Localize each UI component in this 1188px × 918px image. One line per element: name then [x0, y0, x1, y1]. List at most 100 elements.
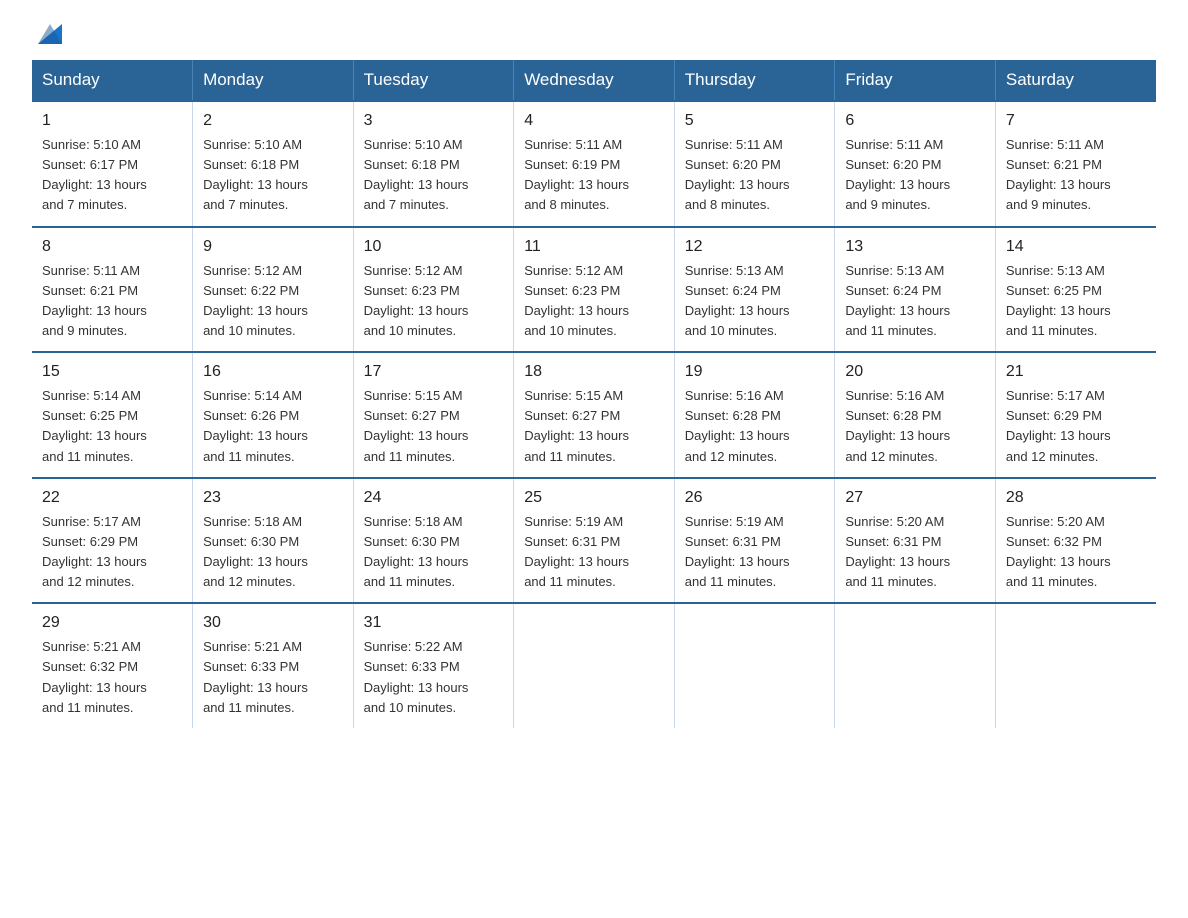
day-number: 4 — [524, 109, 664, 133]
day-number: 25 — [524, 486, 664, 510]
day-info: Sunrise: 5:10 AMSunset: 6:17 PMDaylight:… — [42, 135, 182, 216]
weekday-header-saturday: Saturday — [995, 60, 1156, 101]
calendar-cell: 20Sunrise: 5:16 AMSunset: 6:28 PMDayligh… — [835, 352, 996, 478]
day-info: Sunrise: 5:12 AMSunset: 6:23 PMDaylight:… — [364, 261, 504, 342]
calendar-cell: 22Sunrise: 5:17 AMSunset: 6:29 PMDayligh… — [32, 478, 193, 604]
day-info: Sunrise: 5:15 AMSunset: 6:27 PMDaylight:… — [364, 386, 504, 467]
day-number: 3 — [364, 109, 504, 133]
day-info: Sunrise: 5:11 AMSunset: 6:20 PMDaylight:… — [845, 135, 985, 216]
day-info: Sunrise: 5:17 AMSunset: 6:29 PMDaylight:… — [1006, 386, 1146, 467]
calendar-cell: 27Sunrise: 5:20 AMSunset: 6:31 PMDayligh… — [835, 478, 996, 604]
day-number: 20 — [845, 360, 985, 384]
day-number: 29 — [42, 611, 182, 635]
calendar-week-row: 29Sunrise: 5:21 AMSunset: 6:32 PMDayligh… — [32, 603, 1156, 728]
day-number: 2 — [203, 109, 343, 133]
calendar-cell: 25Sunrise: 5:19 AMSunset: 6:31 PMDayligh… — [514, 478, 675, 604]
calendar-cell: 31Sunrise: 5:22 AMSunset: 6:33 PMDayligh… — [353, 603, 514, 728]
day-number: 17 — [364, 360, 504, 384]
day-info: Sunrise: 5:20 AMSunset: 6:31 PMDaylight:… — [845, 512, 985, 593]
calendar-week-row: 22Sunrise: 5:17 AMSunset: 6:29 PMDayligh… — [32, 478, 1156, 604]
calendar-cell: 7Sunrise: 5:11 AMSunset: 6:21 PMDaylight… — [995, 101, 1156, 227]
weekday-header-sunday: Sunday — [32, 60, 193, 101]
calendar-cell: 12Sunrise: 5:13 AMSunset: 6:24 PMDayligh… — [674, 227, 835, 353]
logo-icon — [34, 20, 62, 48]
calendar-table: SundayMondayTuesdayWednesdayThursdayFrid… — [32, 60, 1156, 728]
day-number: 10 — [364, 235, 504, 259]
calendar-cell: 29Sunrise: 5:21 AMSunset: 6:32 PMDayligh… — [32, 603, 193, 728]
day-number: 21 — [1006, 360, 1146, 384]
day-number: 22 — [42, 486, 182, 510]
calendar-cell: 16Sunrise: 5:14 AMSunset: 6:26 PMDayligh… — [193, 352, 354, 478]
header — [32, 24, 1156, 42]
calendar-cell: 19Sunrise: 5:16 AMSunset: 6:28 PMDayligh… — [674, 352, 835, 478]
weekday-header-wednesday: Wednesday — [514, 60, 675, 101]
calendar-cell: 21Sunrise: 5:17 AMSunset: 6:29 PMDayligh… — [995, 352, 1156, 478]
day-number: 24 — [364, 486, 504, 510]
calendar-cell: 9Sunrise: 5:12 AMSunset: 6:22 PMDaylight… — [193, 227, 354, 353]
day-number: 8 — [42, 235, 182, 259]
day-info: Sunrise: 5:21 AMSunset: 6:33 PMDaylight:… — [203, 637, 343, 718]
logo-line1 — [32, 24, 62, 48]
day-number: 31 — [364, 611, 504, 635]
day-info: Sunrise: 5:14 AMSunset: 6:25 PMDaylight:… — [42, 386, 182, 467]
calendar-cell: 14Sunrise: 5:13 AMSunset: 6:25 PMDayligh… — [995, 227, 1156, 353]
day-info: Sunrise: 5:14 AMSunset: 6:26 PMDaylight:… — [203, 386, 343, 467]
day-info: Sunrise: 5:10 AMSunset: 6:18 PMDaylight:… — [364, 135, 504, 216]
page-wrapper: SundayMondayTuesdayWednesdayThursdayFrid… — [0, 0, 1188, 752]
day-number: 18 — [524, 360, 664, 384]
day-info: Sunrise: 5:16 AMSunset: 6:28 PMDaylight:… — [845, 386, 985, 467]
calendar-cell: 15Sunrise: 5:14 AMSunset: 6:25 PMDayligh… — [32, 352, 193, 478]
day-number: 9 — [203, 235, 343, 259]
day-info: Sunrise: 5:17 AMSunset: 6:29 PMDaylight:… — [42, 512, 182, 593]
day-number: 27 — [845, 486, 985, 510]
logo-area — [32, 24, 62, 42]
weekday-header-friday: Friday — [835, 60, 996, 101]
day-info: Sunrise: 5:12 AMSunset: 6:23 PMDaylight:… — [524, 261, 664, 342]
day-info: Sunrise: 5:11 AMSunset: 6:21 PMDaylight:… — [1006, 135, 1146, 216]
weekday-header-row: SundayMondayTuesdayWednesdayThursdayFrid… — [32, 60, 1156, 101]
day-info: Sunrise: 5:12 AMSunset: 6:22 PMDaylight:… — [203, 261, 343, 342]
day-number: 19 — [685, 360, 825, 384]
calendar-cell: 17Sunrise: 5:15 AMSunset: 6:27 PMDayligh… — [353, 352, 514, 478]
weekday-header-thursday: Thursday — [674, 60, 835, 101]
day-info: Sunrise: 5:15 AMSunset: 6:27 PMDaylight:… — [524, 386, 664, 467]
day-number: 1 — [42, 109, 182, 133]
day-info: Sunrise: 5:11 AMSunset: 6:21 PMDaylight:… — [42, 261, 182, 342]
day-info: Sunrise: 5:19 AMSunset: 6:31 PMDaylight:… — [524, 512, 664, 593]
calendar-cell: 3Sunrise: 5:10 AMSunset: 6:18 PMDaylight… — [353, 101, 514, 227]
day-number: 11 — [524, 235, 664, 259]
calendar-cell: 11Sunrise: 5:12 AMSunset: 6:23 PMDayligh… — [514, 227, 675, 353]
day-number: 28 — [1006, 486, 1146, 510]
calendar-cell: 30Sunrise: 5:21 AMSunset: 6:33 PMDayligh… — [193, 603, 354, 728]
day-info: Sunrise: 5:18 AMSunset: 6:30 PMDaylight:… — [203, 512, 343, 593]
day-info: Sunrise: 5:13 AMSunset: 6:25 PMDaylight:… — [1006, 261, 1146, 342]
calendar-cell: 18Sunrise: 5:15 AMSunset: 6:27 PMDayligh… — [514, 352, 675, 478]
day-number: 14 — [1006, 235, 1146, 259]
calendar-cell — [835, 603, 996, 728]
calendar-cell: 2Sunrise: 5:10 AMSunset: 6:18 PMDaylight… — [193, 101, 354, 227]
calendar-week-row: 1Sunrise: 5:10 AMSunset: 6:17 PMDaylight… — [32, 101, 1156, 227]
calendar-cell — [995, 603, 1156, 728]
day-number: 13 — [845, 235, 985, 259]
day-info: Sunrise: 5:10 AMSunset: 6:18 PMDaylight:… — [203, 135, 343, 216]
day-number: 23 — [203, 486, 343, 510]
calendar-cell: 5Sunrise: 5:11 AMSunset: 6:20 PMDaylight… — [674, 101, 835, 227]
day-info: Sunrise: 5:11 AMSunset: 6:19 PMDaylight:… — [524, 135, 664, 216]
day-info: Sunrise: 5:13 AMSunset: 6:24 PMDaylight:… — [685, 261, 825, 342]
calendar-cell: 4Sunrise: 5:11 AMSunset: 6:19 PMDaylight… — [514, 101, 675, 227]
calendar-cell: 1Sunrise: 5:10 AMSunset: 6:17 PMDaylight… — [32, 101, 193, 227]
calendar-week-row: 15Sunrise: 5:14 AMSunset: 6:25 PMDayligh… — [32, 352, 1156, 478]
calendar-cell — [674, 603, 835, 728]
day-number: 26 — [685, 486, 825, 510]
day-number: 6 — [845, 109, 985, 133]
day-info: Sunrise: 5:22 AMSunset: 6:33 PMDaylight:… — [364, 637, 504, 718]
day-info: Sunrise: 5:13 AMSunset: 6:24 PMDaylight:… — [845, 261, 985, 342]
calendar-cell: 10Sunrise: 5:12 AMSunset: 6:23 PMDayligh… — [353, 227, 514, 353]
day-info: Sunrise: 5:16 AMSunset: 6:28 PMDaylight:… — [685, 386, 825, 467]
calendar-cell — [514, 603, 675, 728]
day-info: Sunrise: 5:19 AMSunset: 6:31 PMDaylight:… — [685, 512, 825, 593]
day-number: 30 — [203, 611, 343, 635]
calendar-cell: 8Sunrise: 5:11 AMSunset: 6:21 PMDaylight… — [32, 227, 193, 353]
day-number: 12 — [685, 235, 825, 259]
day-info: Sunrise: 5:21 AMSunset: 6:32 PMDaylight:… — [42, 637, 182, 718]
